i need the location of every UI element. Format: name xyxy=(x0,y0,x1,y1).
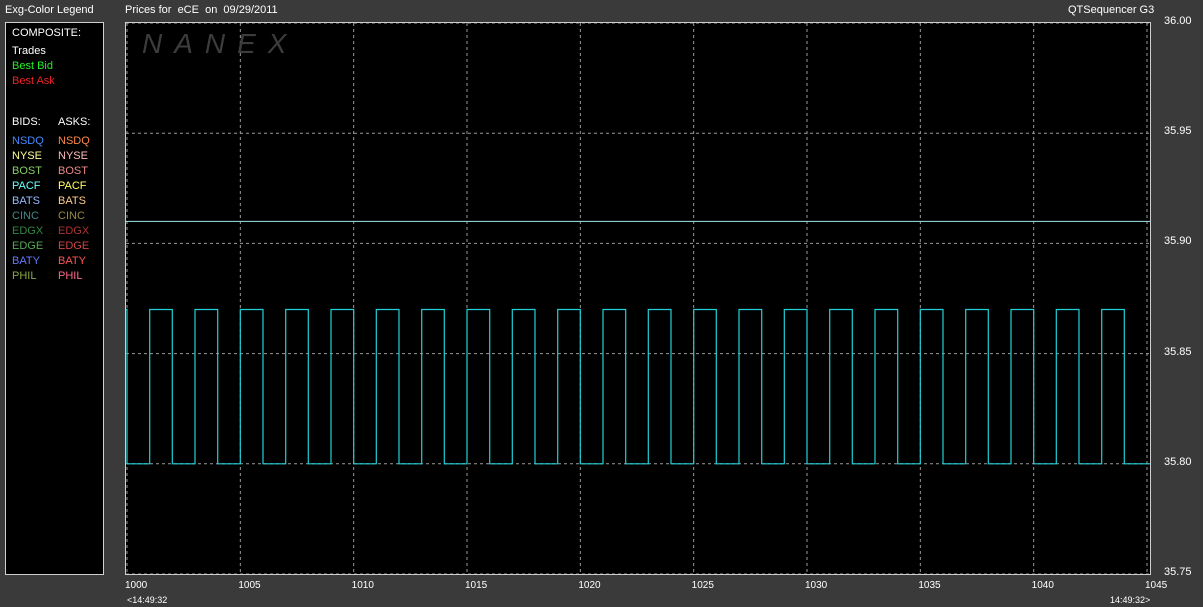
bids-heading: BIDS: xyxy=(12,116,41,128)
x-tick-label: 1000 xyxy=(125,580,148,591)
legend-ask-item: EDGE xyxy=(58,240,90,252)
legend-ask-item: NYSE xyxy=(58,150,88,162)
x-tick-label: 1020 xyxy=(578,580,601,591)
legend-bid-item: BATS xyxy=(12,195,40,207)
app-name: QTSequencer G3 xyxy=(1068,4,1155,16)
legend-bid-item: CINC xyxy=(12,210,39,222)
legend-bid-item: PACF xyxy=(12,180,41,192)
legend-title: Exg-Color Legend xyxy=(5,4,94,16)
legend-bid-item: NSDQ xyxy=(12,135,44,147)
legend-ask-item: NSDQ xyxy=(58,135,90,147)
legend-composite-item: Trades xyxy=(12,45,46,57)
legend-bid-item: PHIL xyxy=(12,270,37,282)
y-tick-label: 35.95 xyxy=(1164,125,1192,138)
legend-ask-item: BATS xyxy=(58,195,86,207)
legend-bid-item: NYSE xyxy=(12,150,42,162)
x-tick-label: 1010 xyxy=(351,580,374,591)
legend-ask-item: CINC xyxy=(58,210,85,222)
exchange-color-legend: COMPOSITE: Trades Best Bid Best Ask BIDS: … xyxy=(5,22,104,575)
time-end-label: 14:49:32> xyxy=(1110,595,1151,605)
y-tick-label: 35.75 xyxy=(1164,566,1192,578)
x-tick-label: 1030 xyxy=(805,580,828,591)
legend-ask-item: BATY xyxy=(58,255,86,267)
legend-bid-item: BATY xyxy=(12,255,40,267)
x-tick-label: 1015 xyxy=(465,580,488,591)
nanex-watermark: NANEX xyxy=(142,28,298,59)
legend-bid-item: EDGX xyxy=(12,225,44,237)
price-chart-svg: NANEX xyxy=(126,23,1150,574)
asks-heading: ASKS: xyxy=(58,116,91,128)
composite-heading: COMPOSITE: xyxy=(12,27,82,39)
price-chart: NANEX xyxy=(125,22,1151,575)
legend-ask-item: BOST xyxy=(58,165,88,177)
legend-composite-item: Best Ask xyxy=(12,75,55,87)
x-tick-label: 1045 xyxy=(1145,580,1168,591)
y-tick-label: 35.85 xyxy=(1164,345,1192,358)
y-tick-label: 35.80 xyxy=(1164,455,1192,468)
time-start-label: <14:49:32 xyxy=(127,595,168,605)
x-tick-label: 1040 xyxy=(1031,580,1054,591)
chart-title: Prices for eCE on 09/29/2011 xyxy=(125,4,278,16)
x-tick-label: 1025 xyxy=(691,580,714,591)
legend-ask-item: PACF xyxy=(58,180,87,192)
legend-bid-item: EDGE xyxy=(12,240,44,252)
oscillating-quote-line xyxy=(126,308,1150,465)
y-tick-label: 36.00 xyxy=(1164,15,1192,27)
legend-ask-item: PHIL xyxy=(58,270,83,282)
legend-bid-item: BOST xyxy=(12,165,42,177)
legend-composite-item: Best Bid xyxy=(12,60,53,72)
y-tick-label: 35.90 xyxy=(1164,235,1192,248)
x-tick-label: 1005 xyxy=(238,580,261,591)
legend-ask-item: EDGX xyxy=(58,225,90,237)
x-tick-label: 1035 xyxy=(918,580,941,591)
